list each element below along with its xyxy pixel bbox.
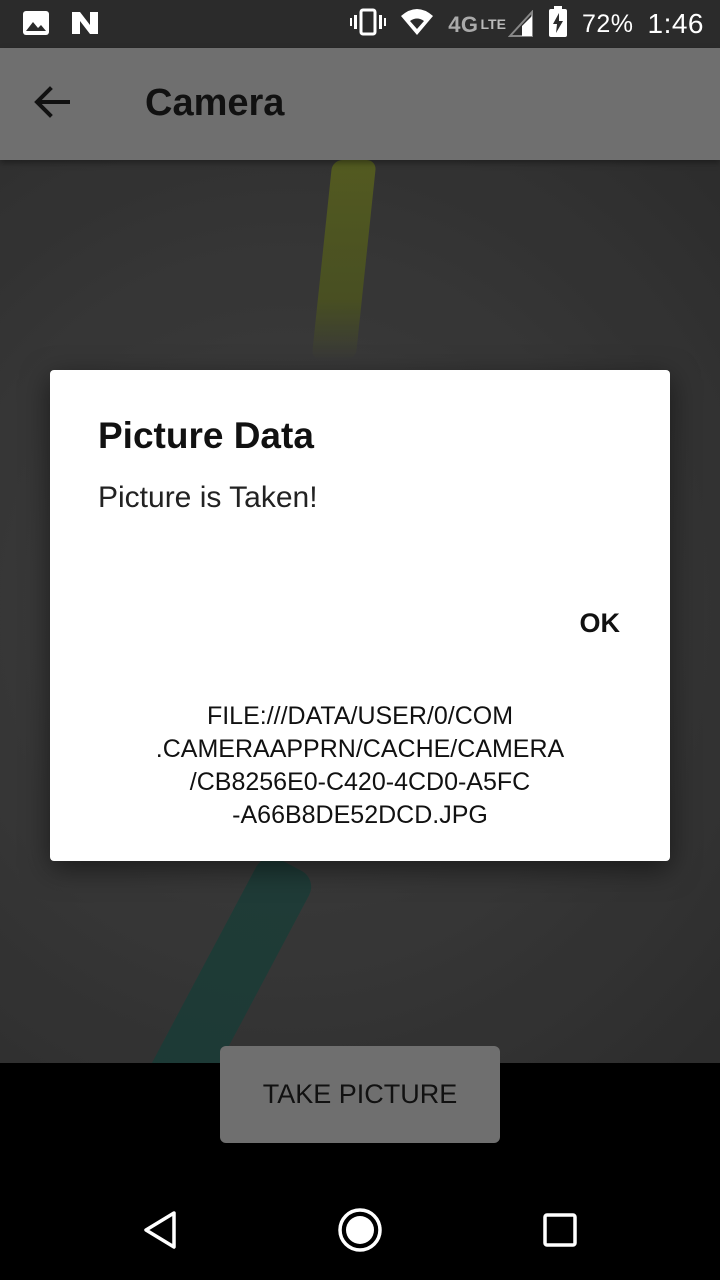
circle-home-icon (337, 1207, 383, 1258)
triangle-back-icon (142, 1210, 178, 1255)
nav-back-button[interactable] (134, 1206, 186, 1258)
nav-recents-button[interactable] (534, 1206, 586, 1258)
back-button[interactable] (24, 76, 80, 132)
wifi-icon (400, 8, 434, 41)
ok-button[interactable]: OK (580, 608, 621, 639)
battery-percent: 72% (581, 9, 634, 38)
status-bar: 4G LTE 72% 1:46 (0, 0, 720, 48)
image-notification-icon (22, 10, 50, 41)
network-label: 4G (448, 12, 479, 37)
status-bar-notifications (22, 10, 100, 41)
take-picture-button[interactable]: TAKE PICTURE (220, 1046, 500, 1143)
square-recents-icon (542, 1212, 578, 1253)
clock-time: 1:46 (647, 8, 704, 39)
navigation-bar (0, 1184, 720, 1280)
lte-label: LTE (480, 16, 506, 32)
file-uri-line: /CB8256E0-C420-4CD0-A5FC (189, 768, 531, 796)
file-uri-line: .CAMERAAPPRN/CACHE/CAMERA (155, 735, 565, 763)
status-bar-system: 4G LTE 72% 1:46 (350, 5, 704, 43)
picture-data-dialog: Picture Data Picture is Taken! OK FILE:/… (50, 370, 670, 861)
dialog-message: Picture is Taken! (98, 481, 318, 514)
file-uri-text: FILE:///DATA/USER/0/COM .CAMERAAPPRN/CAC… (70, 700, 650, 832)
page-title: Camera (145, 82, 285, 124)
battery-charging-icon (548, 5, 568, 43)
vibrate-icon (350, 8, 387, 41)
lte-signal-icon: 4G LTE (448, 10, 534, 38)
dialog-title: Picture Data (98, 415, 314, 456)
arrow-back-icon (34, 85, 70, 123)
app-bar: Camera (0, 48, 720, 160)
file-uri-line: -A66B8DE52DCD.JPG (232, 801, 488, 829)
file-uri-line: FILE:///DATA/USER/0/COM (206, 702, 514, 730)
nav-home-button[interactable] (334, 1206, 386, 1258)
n-notification-icon (70, 10, 100, 41)
